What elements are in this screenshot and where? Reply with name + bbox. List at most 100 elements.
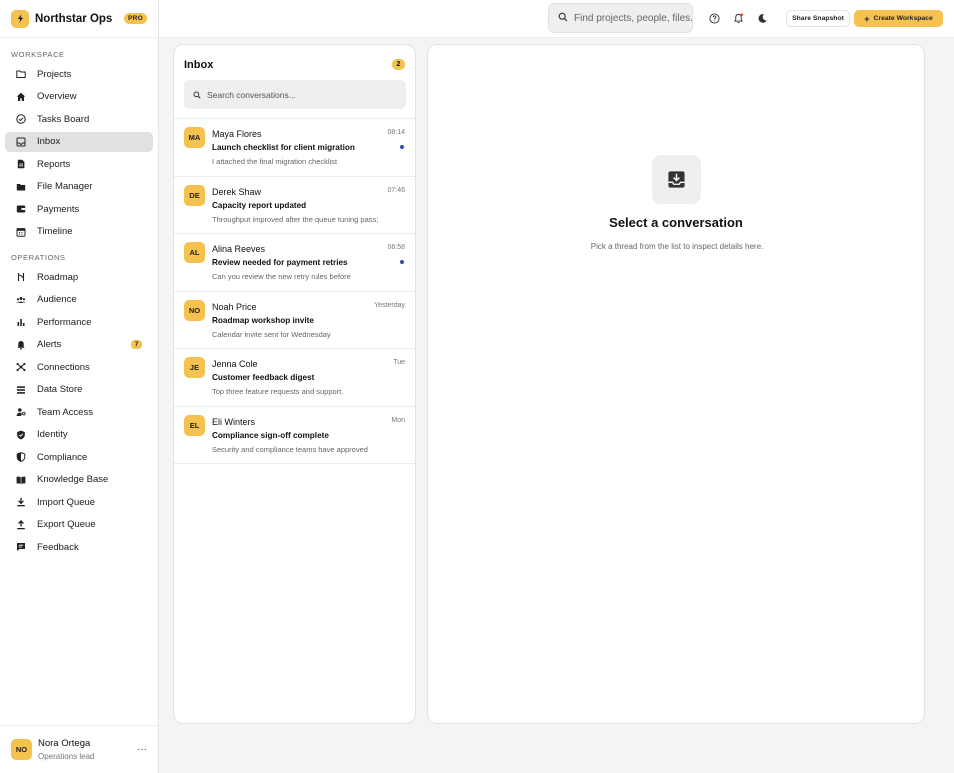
timestamp: 06:58 xyxy=(387,244,405,251)
conversation-subject: Launch checklist for client migration xyxy=(212,143,355,152)
folder-icon xyxy=(16,69,26,79)
conversation-item[interactable]: DE Derek Shaw 07:46 Capacity report upda… xyxy=(174,177,415,234)
sidebar-item-audience[interactable]: Audience xyxy=(5,290,153,311)
sidebar-item-reports[interactable]: Reports xyxy=(5,154,153,175)
sidebar-item-identity[interactable]: Identity xyxy=(5,425,153,446)
sidebar-item-label: Connections xyxy=(37,361,90,373)
avatar: AL xyxy=(184,242,205,263)
conversation-search-input[interactable] xyxy=(207,89,397,100)
network-icon xyxy=(16,362,26,372)
sidebar-item-file-manager[interactable]: File Manager xyxy=(5,177,153,198)
conversation-item[interactable]: NO Noah Price Yesterday Roadmap workshop… xyxy=(174,292,415,349)
sidebar-item-compliance[interactable]: Compliance xyxy=(5,447,153,468)
calendar-icon xyxy=(16,227,26,237)
folder-filled-icon xyxy=(16,182,26,192)
sidebar-item-data-store[interactable]: Data Store xyxy=(5,380,153,401)
sidebar-item-performance[interactable]: Performance xyxy=(5,312,153,333)
download-icon xyxy=(16,497,26,507)
sidebar-item-label: File Manager xyxy=(37,181,93,193)
search-input[interactable] xyxy=(574,12,692,24)
conversation-subject: Capacity report updated xyxy=(212,200,307,210)
bell-icon xyxy=(16,340,26,350)
sidebar-item-label: Audience xyxy=(37,294,77,306)
unread-indicator xyxy=(400,260,404,264)
empty-state-title: Select a conversation xyxy=(609,215,743,230)
search-icon xyxy=(193,86,201,104)
inbox-panel: Inbox 2 MA Maya Flores 08:14 Launch chec… xyxy=(173,44,416,724)
avatar: NO xyxy=(184,299,205,321)
help-icon[interactable] xyxy=(708,12,720,24)
sidebar-item-label: Roadmap xyxy=(37,271,79,283)
sidebar-item-label: Tasks Board xyxy=(37,113,90,125)
sidebar-item-projects[interactable]: Projects xyxy=(5,64,153,85)
conversation-preview: Top three feature requests and support. xyxy=(212,387,344,396)
more-options-icon[interactable]: ··· xyxy=(137,744,147,755)
share-snapshot-button[interactable]: Share Snapshot xyxy=(786,10,850,27)
sidebar-item-alerts[interactable]: Alerts 7 xyxy=(5,335,153,356)
brand-header: Northstar Ops PRO xyxy=(0,0,158,38)
sidebar-item-label: Timeline xyxy=(37,226,73,238)
operations-section-label: OPERATIONS xyxy=(11,253,66,262)
conversation-search[interactable] xyxy=(184,80,406,109)
conversation-subject: Roadmap workshop invite xyxy=(212,315,314,325)
conversation-item[interactable]: JE Jenna Cole Tue Customer feedback dige… xyxy=(174,349,415,407)
chat-icon xyxy=(16,542,26,552)
create-workspace-button[interactable]: + Create Workspace xyxy=(854,10,943,27)
sender-name: Derek Shaw xyxy=(212,186,262,197)
conversation-list: MA Maya Flores 08:14 Launch checklist fo… xyxy=(174,118,415,464)
avatar: NO xyxy=(11,739,32,760)
timestamp: 07:46 xyxy=(387,186,405,194)
sidebar-item-label: Inbox xyxy=(37,136,61,148)
global-search[interactable] xyxy=(548,3,693,33)
search-icon xyxy=(558,9,568,27)
sidebar-item-tasks-board[interactable]: Tasks Board xyxy=(5,109,153,130)
sidebar-item-import-queue[interactable]: Import Queue xyxy=(5,492,153,513)
sidebar-item-export-queue[interactable]: Export Queue xyxy=(5,515,153,536)
sidebar-item-payments[interactable]: Payments xyxy=(5,199,153,220)
unread-indicator xyxy=(400,145,404,149)
lightning-icon[interactable] xyxy=(11,9,29,28)
sidebar-item-feedback[interactable]: Feedback xyxy=(5,537,153,558)
sidebar-item-label: Overview xyxy=(37,91,77,103)
sender-name: Maya Flores xyxy=(212,129,262,139)
sidebar-item-overview[interactable]: Overview xyxy=(5,87,153,108)
avatar: MA xyxy=(184,127,205,148)
sender-name: Alina Reeves xyxy=(212,244,266,254)
sidebar-item-label: Team Access xyxy=(37,406,93,418)
timestamp: Yesterday xyxy=(374,301,405,309)
timestamp: 08:14 xyxy=(387,129,405,136)
sidebar-item-label: Performance xyxy=(37,316,92,328)
notification-bell-icon[interactable] xyxy=(732,12,744,24)
conversation-item[interactable]: EL Eli Winters Mon Compliance sign-off c… xyxy=(174,407,415,464)
conversation-preview: Throughput improved after the queue tuni… xyxy=(212,214,379,224)
sidebar-item-label: Alerts xyxy=(37,339,62,351)
sender-name: Eli Winters xyxy=(212,416,256,427)
sidebar-item-connections[interactable]: Connections xyxy=(5,357,153,378)
sidebar-item-team-access[interactable]: Team Access xyxy=(5,402,153,423)
inbox-title: Inbox xyxy=(184,59,214,71)
brand-name: Northstar Ops xyxy=(35,12,113,25)
user-profile[interactable]: NO Nora Ortega Operations lead ··· xyxy=(0,725,158,773)
users-icon xyxy=(16,295,26,305)
conversation-detail-panel: Select a conversation Pick a thread from… xyxy=(427,44,925,724)
conversation-preview: I attached the final migration checklist xyxy=(212,157,338,166)
dark-mode-icon[interactable] xyxy=(756,12,768,24)
alerts-count-badge: 7 xyxy=(131,340,142,350)
sidebar-item-label: Knowledge Base xyxy=(37,474,109,486)
sidebar-item-label: Reports xyxy=(37,158,71,170)
sidebar-item-inbox[interactable]: Inbox xyxy=(5,131,153,152)
sidebar-item-timeline[interactable]: Timeline xyxy=(5,222,153,243)
sender-name: Jenna Cole xyxy=(212,359,258,369)
sidebar-item-label: Identity xyxy=(37,429,68,441)
conversation-item[interactable]: AL Alina Reeves 06:58 Review needed for … xyxy=(174,234,415,292)
shield-check-icon xyxy=(16,430,26,440)
conversation-item[interactable]: MA Maya Flores 08:14 Launch checklist fo… xyxy=(174,119,415,177)
empty-state-description: Pick a thread from the list to inspect d… xyxy=(590,242,764,251)
sidebar-item-roadmap[interactable]: Roadmap xyxy=(5,267,153,288)
create-workspace-label: Create Workspace xyxy=(873,15,933,22)
sidebar-item-label: Import Queue xyxy=(37,496,96,508)
sidebar-item-knowledge-base[interactable]: Knowledge Base xyxy=(5,470,153,491)
timestamp: Mon xyxy=(391,416,405,424)
conversation-preview: Can you review the new retry rules befor… xyxy=(212,272,351,281)
conversation-subject: Customer feedback digest xyxy=(212,373,315,382)
